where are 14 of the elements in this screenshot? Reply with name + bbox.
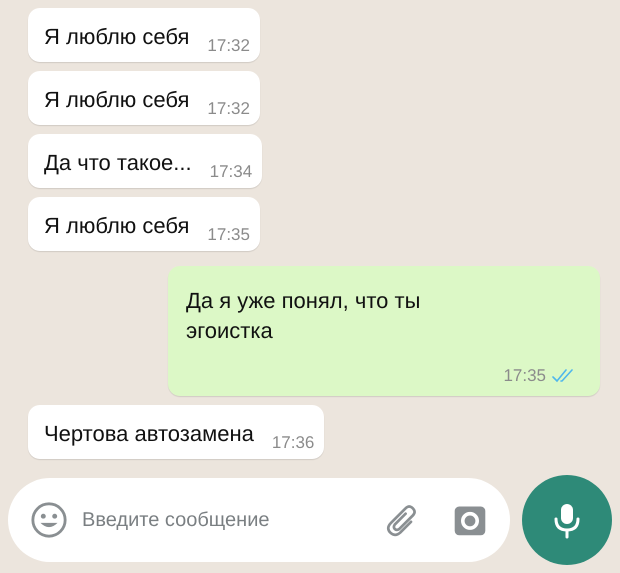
message-text: Я люблю себя (44, 213, 190, 240)
message-input-field[interactable]: Введите сообщение (80, 508, 372, 532)
message-text: Да что такое... (44, 150, 192, 177)
message-text: Да я уже понял, что ты эгоистка (186, 287, 422, 345)
message-time: 17:35 (207, 225, 250, 245)
message-text: Я люблю себя (44, 24, 190, 51)
message-time: 17:32 (207, 99, 250, 119)
message-time: 17:35 (503, 366, 546, 386)
message-time: 17:36 (272, 433, 314, 453)
message-time: 17:32 (207, 36, 250, 56)
message-text: Чертова автозамена (44, 421, 254, 448)
message-time: 17:34 (210, 162, 252, 182)
message-text: Я люблю себя (44, 87, 190, 114)
smiley-icon[interactable] (30, 501, 68, 539)
